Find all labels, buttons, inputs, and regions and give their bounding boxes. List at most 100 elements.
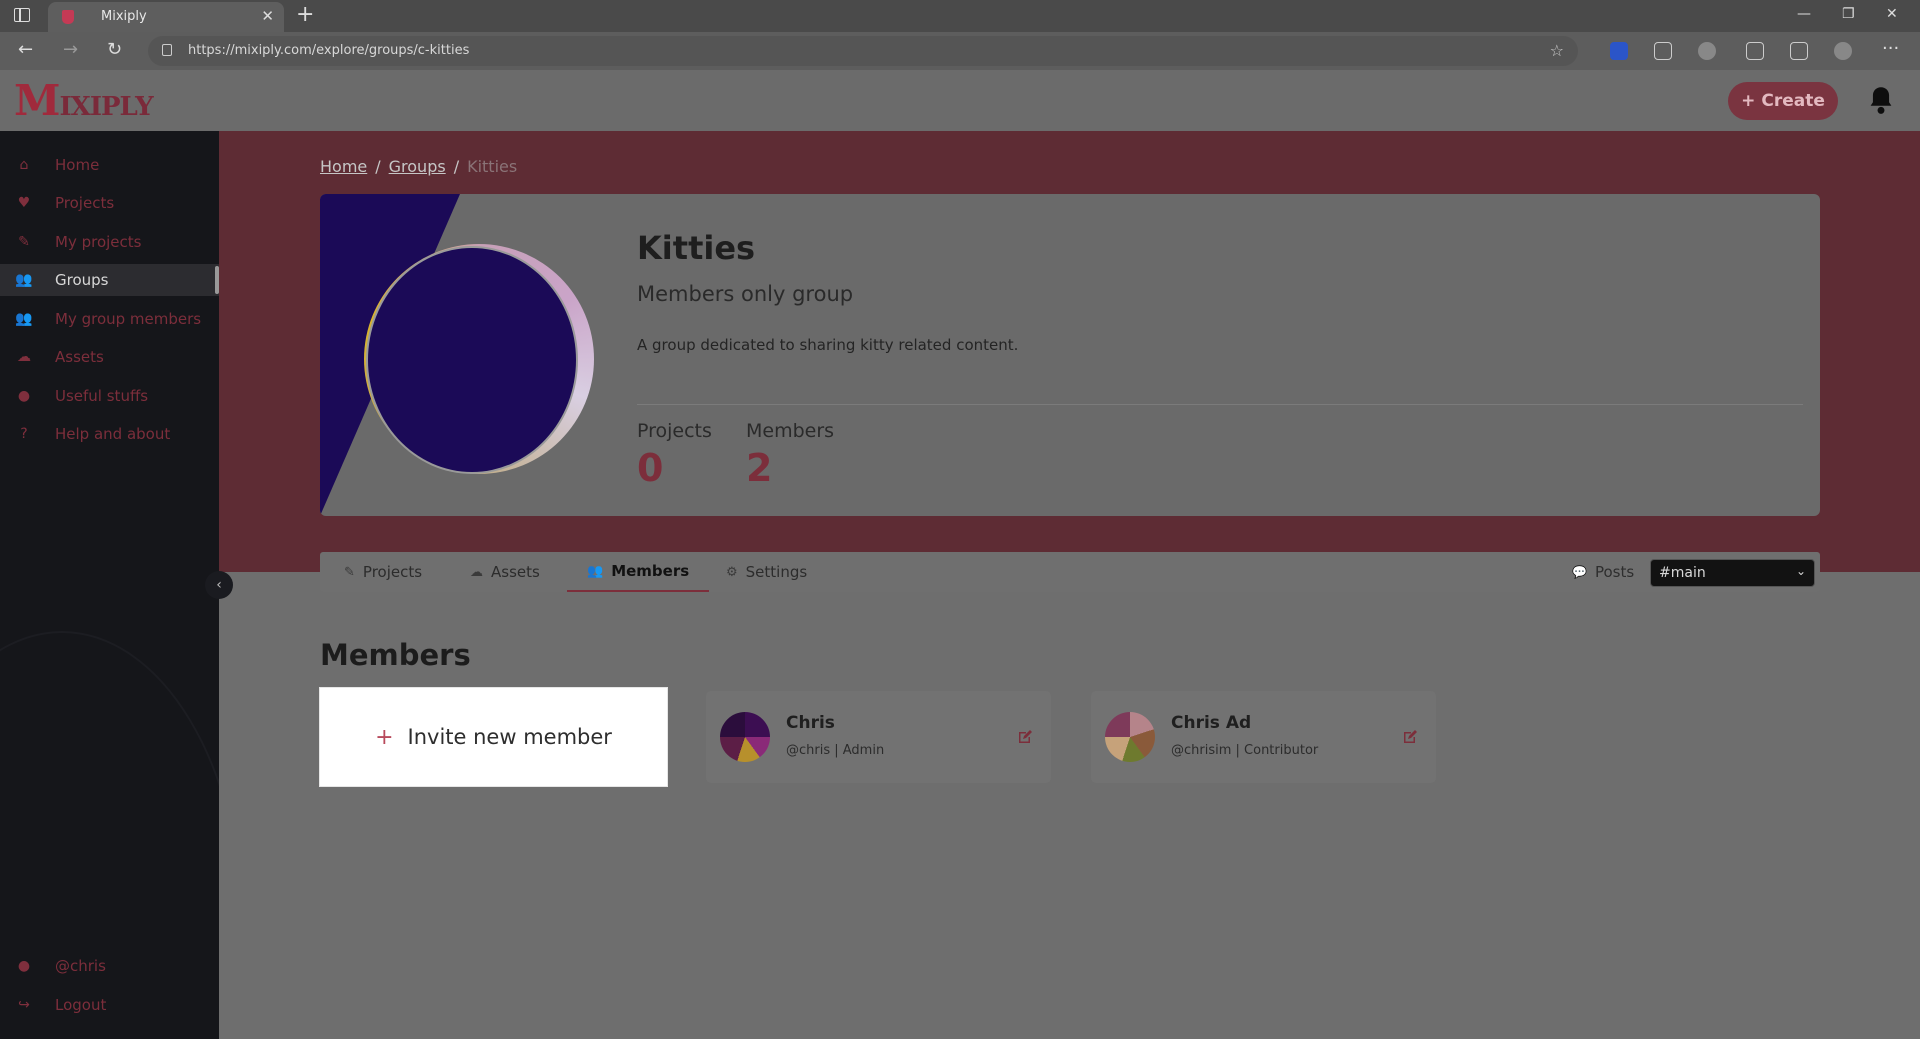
favorite-star-icon[interactable]: ☆ <box>1550 41 1564 60</box>
tab-close-icon[interactable]: ✕ <box>261 7 274 25</box>
lightbulb-icon: ● <box>17 388 31 404</box>
extensions-icon[interactable] <box>1698 42 1716 60</box>
sidebar-item-assets[interactable]: ☁ Assets <box>0 341 219 373</box>
mixiply-logo[interactable]: MIXIPLY <box>14 76 154 125</box>
user-icon: ● <box>17 958 31 974</box>
posts-link[interactable]: 💬 Posts <box>1572 563 1634 581</box>
group-cover-image <box>320 194 620 516</box>
minimize-icon[interactable]: — <box>1797 6 1811 22</box>
tab-settings[interactable]: ⚙ Settings <box>726 552 807 592</box>
create-button[interactable]: + Create <box>1728 82 1838 120</box>
favorites-icon[interactable] <box>1746 42 1764 60</box>
chevron-down-icon: ⌄ <box>1795 564 1806 578</box>
sidebar-item-label: My projects <box>55 233 142 251</box>
posts-label: Posts <box>1594 563 1635 581</box>
brush-icon: ✎ <box>344 564 355 580</box>
sidebar-item-label: Projects <box>55 194 115 212</box>
notifications-bell-icon[interactable] <box>1864 80 1898 120</box>
member-card[interactable]: Chris @chris | Admin <box>706 691 1051 783</box>
sidebar-item-my-group-members[interactable]: 👥 My group members <box>0 303 219 335</box>
breadcrumb: Home / Groups / Kitties <box>320 157 517 176</box>
mixiply-favicon-icon <box>62 10 74 24</box>
tab-label: Projects <box>362 563 423 581</box>
sidebar-item-useful-stuffs[interactable]: ● Useful stuffs <box>0 380 219 412</box>
edit-icon[interactable] <box>1017 729 1033 745</box>
sidebar: ⌂ Home ♥ Projects ✎ My projects 👥 Groups… <box>0 131 219 1039</box>
sidebar-item-user[interactable]: ● @chris <box>0 950 219 982</box>
edit-icon[interactable] <box>1402 729 1418 745</box>
sidebar-item-help-and-about[interactable]: ? Help and about <box>0 418 219 450</box>
breadcrumb-home-link[interactable]: Home <box>320 157 367 176</box>
logo-text: IXIPLY <box>59 92 154 122</box>
member-name: Chris Ad <box>1171 713 1252 733</box>
tab-label: Settings <box>745 563 808 581</box>
tab-projects[interactable]: ✎ Projects <box>344 552 422 592</box>
stat-members-value: 2 <box>746 446 773 490</box>
profile-icon[interactable] <box>1834 42 1852 60</box>
sidebar-item-home[interactable]: ⌂ Home <box>0 149 219 181</box>
breadcrumb-groups-link[interactable]: Groups <box>389 157 446 176</box>
more-icon[interactable]: ··· <box>1882 38 1899 59</box>
gear-icon: ⚙ <box>726 564 738 580</box>
member-meta: @chris | Admin <box>786 743 885 758</box>
member-card[interactable]: Chris Ad @chrisim | Contributor <box>1091 691 1436 783</box>
collections-icon[interactable] <box>1790 42 1808 60</box>
cloud-icon: ☁ <box>470 564 483 580</box>
sidebar-item-projects[interactable]: ♥ Projects <box>0 187 219 219</box>
invite-member-button[interactable]: + Invite new member <box>319 687 668 787</box>
group-title: Kitties <box>637 229 756 267</box>
group-subtitle: Members only group <box>637 282 854 306</box>
sidebar-item-label: Logout <box>55 996 107 1014</box>
tab-label: Assets <box>491 563 540 581</box>
divider <box>637 404 1803 405</box>
breadcrumb-current: Kitties <box>467 157 518 176</box>
stat-projects: Projects 0 <box>637 420 712 490</box>
logo-initial: M <box>14 76 60 125</box>
reload-icon[interactable]: ↻ <box>107 39 122 60</box>
stat-members: Members 2 <box>746 420 834 490</box>
tab-assets[interactable]: ☁ Assets <box>470 552 540 592</box>
channel-select[interactable]: #main ⌄ <box>1650 559 1815 587</box>
sidebar-item-label: Useful stuffs <box>55 387 149 405</box>
close-window-icon[interactable]: ✕ <box>1886 6 1898 22</box>
breadcrumb-separator: / <box>375 157 381 176</box>
address-bar[interactable]: https://mixiply.com/explore/groups/c-kit… <box>148 36 1578 66</box>
sidebar-item-label: Help and about <box>55 425 171 443</box>
sidebar-item-groups[interactable]: 👥 Groups <box>0 264 219 296</box>
logout-icon: ↪ <box>18 997 30 1013</box>
sidebar-item-label: Home <box>55 156 100 174</box>
group-tabs: ✎ Projects ☁ Assets 👥 Members ⚙ Settings… <box>320 552 1820 592</box>
group-description: A group dedicated to sharing kitty relat… <box>637 336 1019 354</box>
brush-icon: ✎ <box>18 234 30 250</box>
forward-icon[interactable]: → <box>63 39 78 60</box>
sidebar-item-my-projects[interactable]: ✎ My projects <box>0 226 219 258</box>
bitwarden-icon[interactable] <box>1610 42 1628 60</box>
back-icon[interactable]: ← <box>18 39 33 60</box>
member-name: Chris <box>786 713 835 733</box>
sidebar-item-label: Groups <box>55 271 109 289</box>
app-header: MIXIPLY + Create <box>0 70 1920 131</box>
sidebar-toggle-icon[interactable] <box>14 8 30 22</box>
restore-icon[interactable]: ❐ <box>1842 6 1855 22</box>
channel-value: #main <box>1659 565 1706 581</box>
browser-tab[interactable]: Mixiply ✕ <box>48 2 284 32</box>
image-icon[interactable] <box>1654 42 1672 60</box>
sidebar-item-logout[interactable]: ↪ Logout <box>0 989 219 1021</box>
sidebar-item-label: @chris <box>55 957 106 975</box>
heart-icon: ♥ <box>17 195 31 211</box>
browser-toolbar: ← → ↻ https://mixiply.com/explore/groups… <box>0 32 1920 70</box>
stat-members-label: Members <box>746 420 835 442</box>
home-icon: ⌂ <box>19 157 29 173</box>
tab-title: Mixiply <box>101 9 147 24</box>
cloud-icon: ☁ <box>17 349 31 365</box>
member-meta: @chrisim | Contributor <box>1171 743 1319 758</box>
collapse-sidebar-icon[interactable]: ‹ <box>205 571 233 599</box>
avatar <box>720 712 770 762</box>
invite-label: Invite new member <box>407 725 612 749</box>
new-tab-icon[interactable]: + <box>296 2 314 27</box>
tab-members[interactable]: 👥 Members <box>567 552 710 592</box>
main-content: Home / Groups / Kitties Kitties Members only… <box>219 131 1920 1039</box>
group-card: Kitties Members only group A group dedic… <box>320 194 1820 516</box>
url-text[interactable]: https://mixiply.com/explore/groups/c-kit… <box>188 43 469 58</box>
question-icon: ? <box>20 426 28 442</box>
